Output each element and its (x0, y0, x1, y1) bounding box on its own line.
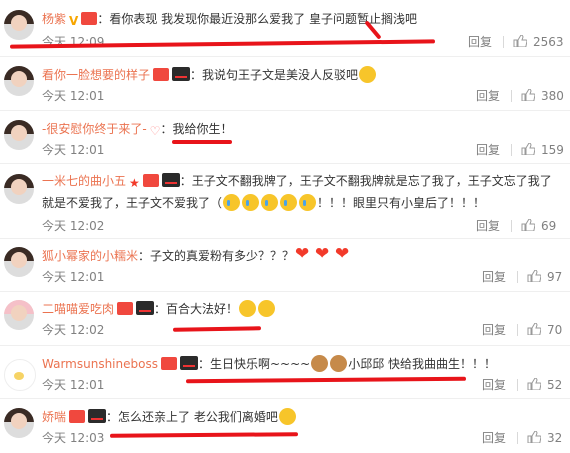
comment-text: ：子文的真爱粉有多少？？？ (138, 249, 295, 263)
heart-badge-icon: ♡ (149, 124, 161, 138)
thinking-emoji-icon (359, 66, 377, 83)
vip-badge-icon (117, 302, 134, 315)
avatar[interactable] (4, 408, 34, 438)
like-count: 32 (547, 431, 563, 445)
like-button[interactable]: 2563 (513, 34, 564, 50)
username-link[interactable]: 一米七的曲小五 (42, 174, 126, 188)
crying-emoji-icon (280, 194, 298, 211)
laughing-emoji-icon (239, 300, 257, 317)
comment-time: 今天 12:01 (42, 89, 105, 103)
like-button[interactable]: 32 (527, 430, 562, 446)
reply-button[interactable]: 回复 (482, 377, 506, 393)
like-count: 52 (547, 378, 563, 392)
like-button[interactable]: 380 (521, 88, 564, 104)
thumbs-up-icon (521, 89, 535, 101)
like-count: 70 (547, 323, 563, 337)
laughing-emoji-icon (258, 300, 276, 317)
double-eleven-badge-icon (88, 409, 107, 423)
comment-text-continued: 就是不爱我了，王子文不爱我了（ (42, 196, 223, 210)
red-underline-mark (185, 376, 467, 384)
comment-time: 今天 12:01 (42, 270, 105, 284)
comment-text: ：我给你生！ (160, 122, 233, 136)
comment-text: ：王子文不翻我牌了，王子文不翻我牌就是忘了我了，王子文忘了我了 (179, 174, 552, 188)
reply-button[interactable]: 回复 (482, 269, 506, 285)
double-eleven-badge-icon (179, 356, 198, 370)
comment-time: 今天 12:03 (42, 431, 105, 445)
crying-emoji-icon (223, 194, 241, 211)
doge-emoji-icon (330, 355, 348, 372)
comment-text: ：生日快乐啊~~~~ (197, 357, 311, 371)
username-link[interactable]: 看你一脸想要的样子 (42, 68, 150, 82)
like-button[interactable]: 159 (521, 142, 564, 158)
username-link[interactable]: Warmsunshineboss (42, 357, 158, 371)
reply-button[interactable]: 回复 (482, 322, 506, 338)
thumbs-up-icon (513, 35, 527, 47)
avatar[interactable] (4, 174, 34, 204)
red-underline-mark (172, 140, 232, 144)
thumbs-up-icon (527, 378, 541, 390)
comment-text-ending: ！！！眼里只有小皇后了！！！ (317, 196, 486, 210)
username-link[interactable]: 娇喘 (42, 410, 66, 424)
vip-badge-icon (142, 174, 159, 187)
vip-badge-icon (153, 68, 170, 81)
avatar[interactable] (4, 66, 34, 96)
thumbs-up-icon (527, 431, 541, 443)
comment-time: 今天 12:02 (42, 323, 105, 337)
username-link[interactable]: 杨紫 (42, 12, 66, 26)
crying-emoji-icon (261, 194, 279, 211)
crying-emoji-icon (242, 194, 260, 211)
comment-time: 今天 12:01 (42, 378, 105, 392)
vip-badge-icon (69, 410, 86, 423)
double-eleven-badge-icon (161, 173, 180, 187)
comment-time: 今天 12:01 (42, 143, 105, 157)
like-count: 380 (541, 89, 564, 103)
red-underline-mark (172, 326, 262, 332)
avatar[interactable] (4, 247, 34, 277)
star-badge-icon: ★ (129, 176, 140, 190)
reply-button[interactable]: 回复 (482, 430, 506, 446)
like-count: 2563 (533, 35, 564, 49)
like-button[interactable]: 69 (521, 218, 556, 234)
reply-button[interactable]: 回复 (468, 34, 492, 50)
thinking-emoji-icon (278, 408, 296, 425)
heart-emoji-icon (335, 245, 353, 264)
comment-text-continued: 小邱邱 快给我曲曲生！！！ (348, 357, 497, 371)
crying-emoji-icon (299, 194, 317, 211)
double-eleven-badge-icon (172, 67, 191, 81)
thumbs-up-icon (527, 270, 541, 282)
red-underline-mark (109, 432, 299, 438)
comment-text: ：百合大法好！ (154, 302, 239, 316)
like-count: 69 (541, 219, 557, 233)
thumbs-up-icon (521, 219, 535, 231)
avatar[interactable] (4, 300, 34, 330)
thumbs-up-icon (527, 323, 541, 335)
reply-button[interactable]: 回复 (476, 88, 500, 104)
reply-button[interactable]: 回复 (476, 218, 500, 234)
like-count: 159 (541, 143, 564, 157)
comment-text: ：怎么还亲上了 老公我们离婚吧 (106, 410, 278, 424)
username-link[interactable]: 狐小幂家的小糯米 (42, 249, 138, 263)
like-button[interactable]: 52 (527, 377, 562, 393)
vip-badge-icon (81, 12, 98, 25)
vip-badge-icon (160, 357, 177, 370)
comment-text: ：我说句王子文是美没人反驳吧 (190, 68, 359, 82)
avatar[interactable] (4, 359, 36, 391)
thumbs-up-icon (521, 143, 535, 155)
reply-button[interactable]: 回复 (476, 142, 500, 158)
comment-time: 今天 12:02 (42, 219, 105, 233)
like-count: 97 (547, 270, 563, 284)
username-link[interactable]: -很安慰你终于来了- (42, 122, 147, 136)
heart-emoji-icon (295, 245, 313, 264)
like-button[interactable]: 97 (527, 269, 562, 285)
avatar[interactable] (4, 120, 34, 150)
username-link[interactable]: 二喵喵爱吃肉 (42, 302, 114, 316)
like-button[interactable]: 70 (527, 322, 562, 338)
heart-emoji-icon (315, 245, 333, 264)
doge-emoji-icon (311, 355, 329, 372)
verified-v-icon: V (69, 14, 79, 28)
double-eleven-badge-icon (136, 301, 155, 315)
avatar[interactable] (4, 10, 34, 40)
